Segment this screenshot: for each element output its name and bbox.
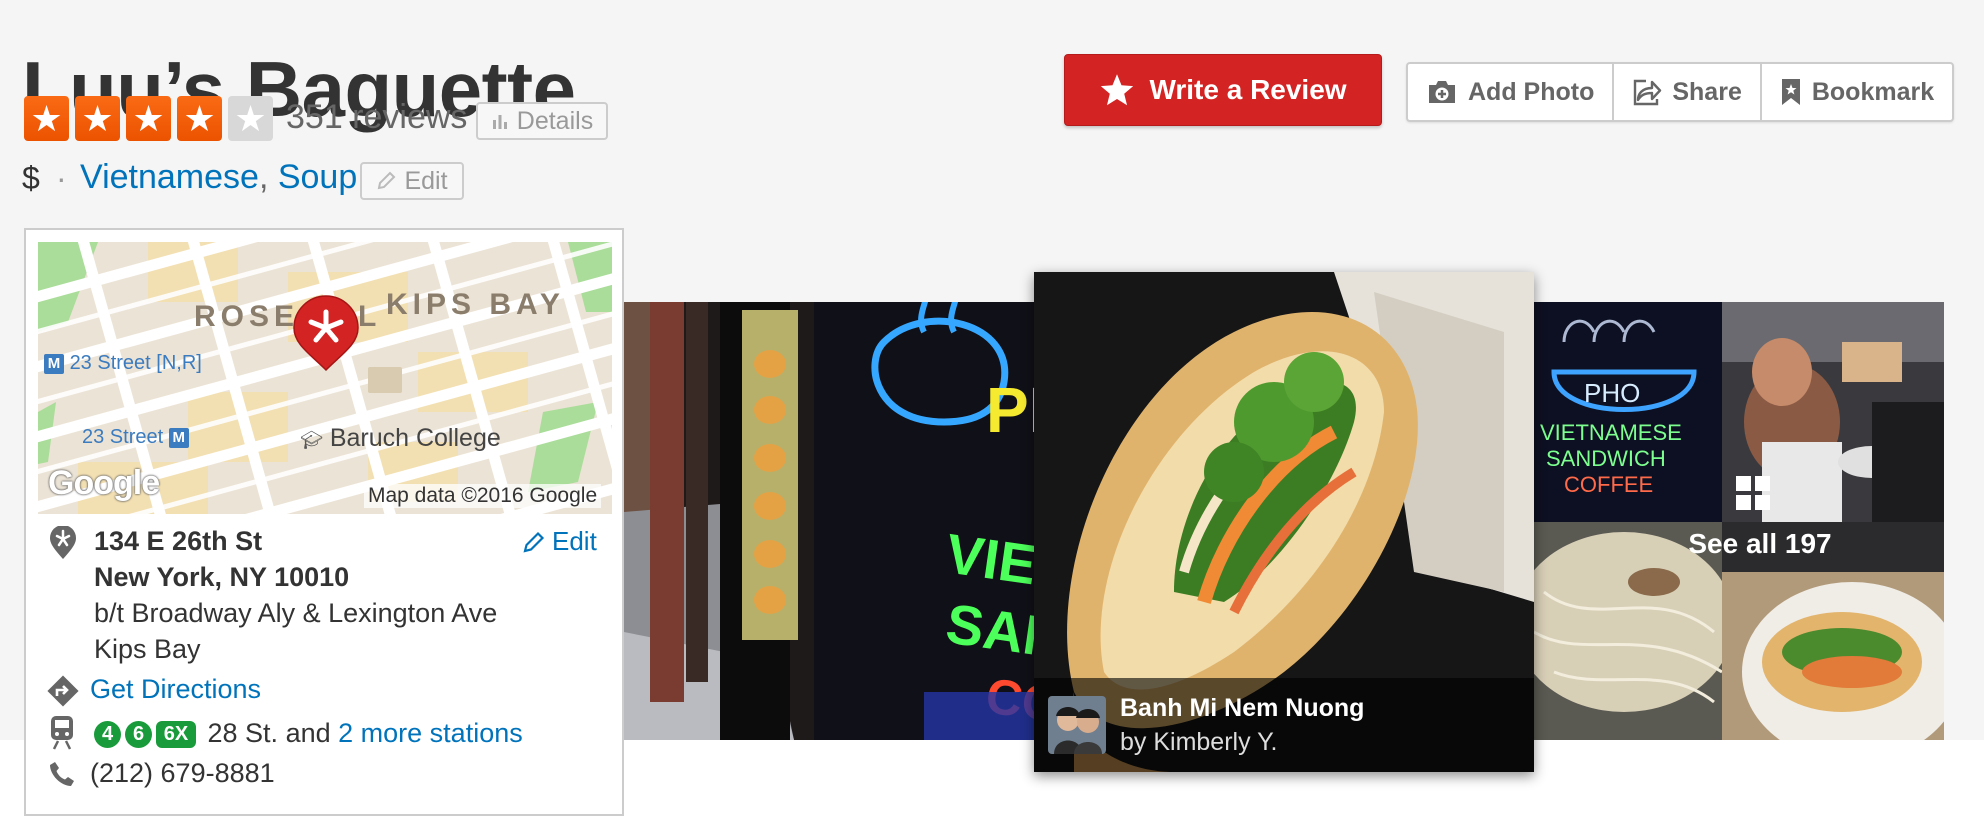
map-station-label: 23 Street M [82, 426, 189, 449]
train-icon [51, 716, 73, 750]
get-directions-link[interactable]: Get Directions [90, 674, 261, 705]
category-link-soup[interactable]: Soup [278, 158, 357, 196]
storefront-image: PH VIETN SAN COF [624, 302, 1034, 740]
static-map[interactable]: ROSE L KIPS BAY M 23 Street [N,R] 23 Str… [38, 242, 612, 514]
star-icon: ★ [177, 96, 222, 141]
address-cross-streets: b/t Broadway Aly & Lexington Ave [94, 598, 498, 628]
phone-number: (212) 679-8881 [90, 758, 275, 788]
transit-stop: 28 St. and [207, 718, 331, 748]
share-icon [1634, 79, 1662, 106]
pencil-icon [378, 171, 396, 190]
price-range: $ [22, 160, 40, 196]
featured-photo[interactable]: Banh Mi Nem Nuong by Kimberly Y. [1034, 272, 1534, 772]
avatar-image [1048, 696, 1106, 754]
photo-storefront[interactable]: PH VIETN SAN COF [624, 302, 1034, 740]
write-review-label: Write a Review [1149, 74, 1347, 105]
map-box: ROSE L KIPS BAY M 23 Street [N,R] 23 Str… [24, 228, 624, 816]
address-neighborhood: Kips Bay [94, 634, 201, 664]
see-all-label: See all 197 [1688, 528, 1832, 559]
station-name: 23 Street [82, 426, 164, 448]
map-poi-label: 🎓︎ Baruch College [300, 424, 501, 453]
directions-icon [47, 675, 79, 707]
grid-icon [1736, 476, 1770, 510]
photo-title: Banh Mi Nem Nuong [1120, 694, 1365, 722]
star-icon: ★ [24, 96, 69, 141]
subway-line-badge: 4 [94, 721, 121, 748]
google-logo: Google [48, 464, 160, 502]
see-all-photos-button[interactable]: See all 197 [1533, 302, 1943, 740]
map-area-label-kips-bay: KIPS BAY [386, 288, 565, 321]
bar-chart-icon [492, 115, 507, 129]
address-street: 134 E 26th St [94, 526, 263, 556]
star-empty-icon: ★ [228, 96, 273, 141]
station-name: 23 Street [N,R] [69, 352, 202, 374]
pencil-icon [523, 531, 545, 553]
camera-icon [1429, 81, 1455, 103]
map-area-label-part: L [358, 300, 382, 333]
details-label: Details [516, 106, 594, 135]
bookmark-icon [1781, 79, 1800, 105]
subway-icon: M [168, 428, 189, 448]
avatar[interactable] [1048, 696, 1106, 754]
category-list: Vietnamese, Soup [80, 158, 357, 197]
graduation-cap-icon: 🎓︎ [300, 430, 323, 450]
svg-text:PH: PH [986, 374, 1034, 446]
star-icon: ★ [126, 96, 171, 141]
share-label: Share [1672, 77, 1742, 106]
star-icon: ★ [75, 96, 120, 141]
more-stations-link[interactable]: 2 more stations [338, 718, 523, 748]
review-count[interactable]: 351 reviews [286, 98, 467, 137]
category-link-vietnamese[interactable]: Vietnamese [80, 158, 259, 196]
write-review-button[interactable]: Write a Review [1064, 54, 1382, 126]
transit-info: 4 6 6X 28 St. and 2 more stations [94, 718, 523, 749]
subway-icon: M [44, 354, 64, 374]
photo-author[interactable]: by Kimberly Y. [1120, 728, 1277, 757]
map-attribution: Map data ©2016 Google [364, 484, 602, 508]
map-area-label: ROSE [194, 300, 300, 333]
star-icon [1101, 74, 1134, 106]
star-rating: ★ ★ ★ ★ ★ [24, 96, 273, 141]
edit-label: Edit [404, 166, 448, 195]
category-separator: , [258, 158, 269, 196]
details-button[interactable]: Details [476, 102, 608, 140]
add-photo-label: Add Photo [1468, 77, 1595, 106]
share-button[interactable]: Share [1612, 64, 1759, 120]
action-button-group: Add Photo Share Bookmark [1406, 62, 1955, 122]
map-station-label: M 23 Street [N,R] [44, 352, 202, 375]
separator-dot: · [56, 160, 67, 196]
edit-label: Edit [552, 526, 597, 556]
add-photo-button[interactable]: Add Photo [1408, 64, 1612, 120]
phone-icon [50, 762, 74, 786]
edit-categories-button[interactable]: Edit [360, 162, 464, 200]
map-pin-icon [50, 526, 76, 559]
poi-name: Baruch College [329, 424, 501, 452]
edit-address-link[interactable]: Edit [522, 526, 597, 557]
bookmark-button[interactable]: Bookmark [1759, 64, 1952, 120]
subway-line-badge: 6X [156, 721, 196, 748]
subway-line-badge: 6 [125, 721, 152, 748]
photo-caption: Banh Mi Nem Nuong by Kimberly Y. [1034, 678, 1534, 772]
bookmark-label: Bookmark [1811, 77, 1935, 106]
address-city: New York, NY 10010 [94, 562, 350, 592]
